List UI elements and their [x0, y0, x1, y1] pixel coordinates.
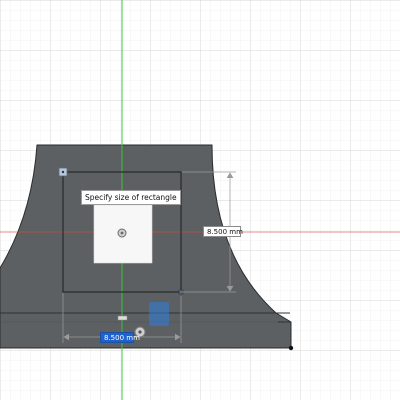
sketch-origin-icon [117, 228, 127, 238]
corner-point-icon[interactable] [58, 167, 68, 177]
hover-highlight [149, 302, 169, 326]
body-vertex-point[interactable] [288, 345, 294, 351]
instruction-tooltip: Specify size of rectangle [81, 190, 181, 205]
width-dimension-input[interactable]: 8.500 mm [100, 332, 140, 343]
constraint-glyph-icon [117, 315, 128, 321]
height-dimension-input[interactable]: 8.500 mm [203, 226, 243, 237]
sketch-canvas[interactable] [0, 0, 400, 400]
